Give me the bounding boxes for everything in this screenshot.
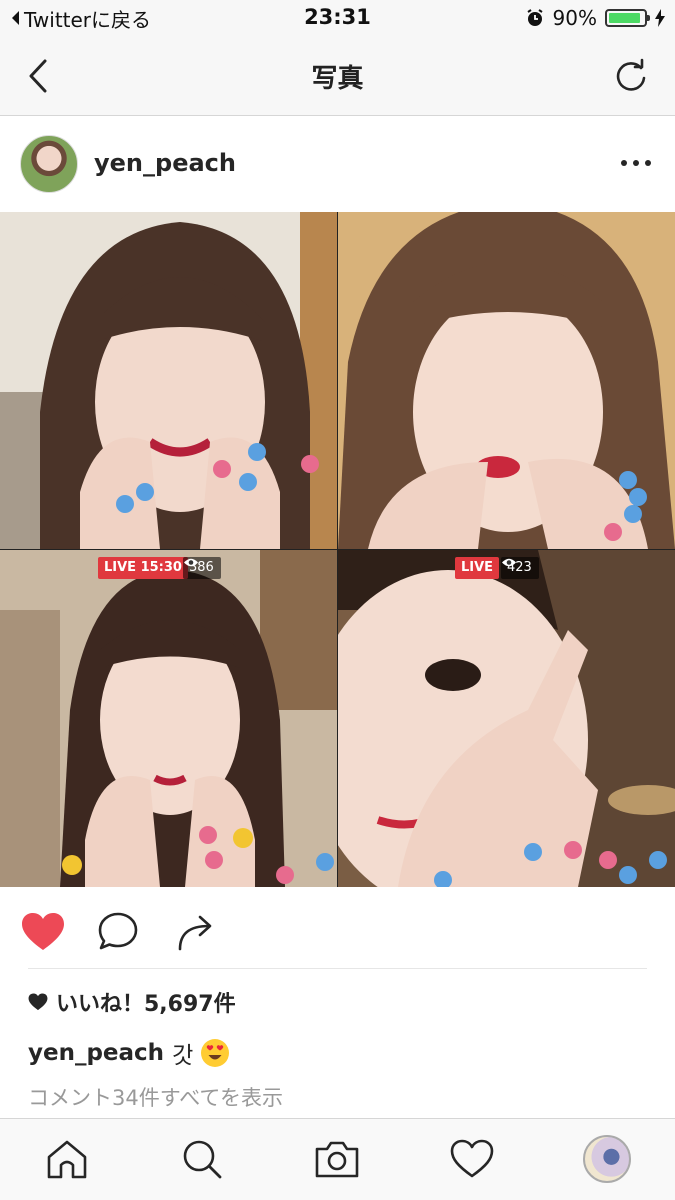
- portrait-image: [338, 212, 675, 549]
- eye-icon: [184, 558, 198, 567]
- small-heart-icon: [28, 993, 48, 1011]
- dot-icon: [621, 160, 627, 166]
- view-all-comments-link[interactable]: コメント34件すべてを表示: [28, 1082, 283, 1112]
- comment-button[interactable]: [95, 909, 141, 955]
- photo-tile-top-right: [338, 212, 675, 549]
- post-username[interactable]: yen_peach: [94, 149, 236, 177]
- portrait-image: [338, 550, 675, 887]
- more-options-button[interactable]: [621, 153, 651, 173]
- camera-icon: [315, 1141, 359, 1178]
- profile-avatar: [583, 1135, 631, 1183]
- tab-camera[interactable]: [312, 1134, 362, 1184]
- tab-search[interactable]: [177, 1134, 227, 1184]
- post-photo[interactable]: LIVE 15:30 386 LIVE 423: [0, 212, 675, 887]
- post-actions: [0, 887, 675, 972]
- post-header: yen_peach: [0, 117, 675, 212]
- refresh-button[interactable]: [609, 54, 653, 98]
- photo-tile-top-left: [0, 212, 337, 549]
- tab-bar: [0, 1118, 675, 1200]
- heart-icon: [450, 1139, 494, 1178]
- portrait-image: [0, 212, 337, 549]
- status-indicators: 90%: [517, 6, 665, 30]
- caption-text: 갓: [172, 1043, 194, 1069]
- tab-activity[interactable]: [447, 1134, 497, 1184]
- photo-tile-bottom-left: LIVE 15:30 386: [0, 550, 337, 887]
- viewer-count-badge: 386: [183, 557, 221, 579]
- divider: [28, 968, 647, 969]
- heart-filled-icon: [22, 913, 64, 950]
- tab-profile[interactable]: [582, 1134, 632, 1184]
- comment-icon: [98, 912, 138, 950]
- live-badge: LIVE: [455, 557, 500, 579]
- tab-home[interactable]: [42, 1134, 92, 1184]
- dot-icon: [645, 160, 651, 166]
- like-button[interactable]: [20, 909, 66, 955]
- charging-icon: [655, 9, 665, 27]
- live-badge: LIVE 15:30: [98, 557, 188, 579]
- viewer-count-badge: 423: [501, 557, 539, 579]
- home-icon: [47, 1140, 87, 1179]
- caption: yen_peach 갓: [28, 1036, 230, 1070]
- likes-text: いいね！5,697件: [56, 992, 236, 1017]
- dot-icon: [633, 160, 639, 166]
- search-icon: [183, 1140, 222, 1179]
- alarm-icon: [526, 9, 543, 26]
- likes-count[interactable]: いいね！5,697件: [28, 986, 236, 1018]
- page-title: 写真: [311, 64, 364, 94]
- battery-percent: 90%: [552, 6, 597, 30]
- refresh-icon: [616, 58, 646, 91]
- photo-tile-bottom-right: LIVE 423: [338, 550, 675, 887]
- portrait-image: [0, 550, 337, 887]
- battery-icon: [605, 9, 650, 27]
- share-button[interactable]: [172, 909, 218, 955]
- heart-eyes-emoji-icon: [201, 1039, 230, 1067]
- caption-username[interactable]: yen_peach: [28, 1040, 164, 1066]
- eye-icon: [502, 558, 516, 567]
- share-icon: [178, 915, 212, 951]
- status-bar: Twitterに戻る 23:31 90%: [0, 0, 675, 36]
- nav-bar: 写真: [0, 36, 675, 116]
- avatar[interactable]: [20, 135, 78, 193]
